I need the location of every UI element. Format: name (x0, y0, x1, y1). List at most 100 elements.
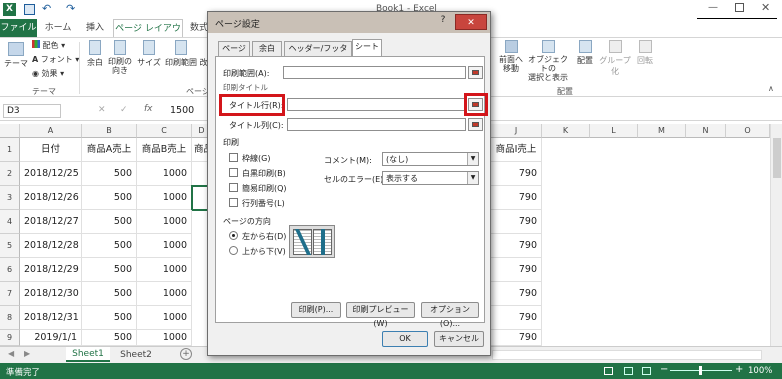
cancel-entry-icon[interactable]: ✕ (98, 105, 106, 115)
sheet-nav-next-icon[interactable]: ▶ (24, 349, 30, 358)
print-preview-button[interactable]: 印刷プレビュー(W) (346, 302, 415, 328)
row-col-headings-checkbox[interactable] (229, 198, 238, 207)
zoom-slider-thumb[interactable] (699, 366, 702, 375)
cell-product-b[interactable]: 1000 (137, 210, 192, 234)
undo-icon[interactable]: ↶ (42, 2, 51, 15)
options-button[interactable]: オプション(O)... (421, 302, 479, 328)
cancel-button[interactable]: キャンセル (434, 331, 484, 347)
column-header-j[interactable]: J (491, 124, 542, 138)
title-rows-input[interactable] (287, 98, 466, 111)
formula-input[interactable]: 1500 (170, 105, 194, 116)
cell-date[interactable]: 2018/12/25 (20, 162, 82, 186)
ok-button[interactable]: OK (382, 331, 428, 347)
tab-margins[interactable]: 余白 (252, 41, 282, 56)
cell-product-b[interactable]: 1000 (137, 234, 192, 258)
row-header-4[interactable]: 4 (0, 210, 20, 234)
draft-quality-checkbox[interactable] (229, 183, 238, 192)
gridlines-checkbox[interactable] (229, 153, 238, 162)
row-header-1[interactable]: 1 (0, 138, 20, 162)
cell-date[interactable]: 2018/12/30 (20, 282, 82, 306)
tab-page-layout[interactable]: ページ レイアウト (113, 19, 183, 52)
sheet-nav-prev-icon[interactable]: ◀ (8, 349, 14, 358)
tab-page[interactable]: ページ (218, 41, 250, 56)
column-header-o[interactable]: O (726, 124, 770, 138)
zoom-out-icon[interactable]: − (660, 364, 668, 375)
column-header-m[interactable]: M (638, 124, 686, 138)
cell-product-i[interactable]: 790 (491, 282, 542, 306)
header-cell-product-b[interactable]: 商品B売上 (137, 138, 192, 162)
tab-header-footer[interactable]: ヘッダー/フッター (284, 41, 352, 67)
column-header-b[interactable]: B (82, 124, 137, 138)
select-all-corner[interactable] (0, 124, 20, 138)
cell-product-i[interactable]: 790 (491, 210, 542, 234)
cell-product-b[interactable]: 1000 (137, 162, 192, 186)
row-header-9[interactable]: 9 (0, 330, 20, 346)
dialog-close-button[interactable]: ✕ (455, 14, 487, 30)
margins-button[interactable]: 余白 (84, 40, 106, 68)
fonts-button[interactable]: A フォント ▾ (32, 54, 79, 65)
row-header-2[interactable]: 2 (0, 162, 20, 186)
cell-product-a[interactable]: 500 (82, 306, 137, 330)
cell-product-a[interactable]: 500 (82, 210, 137, 234)
normal-view-icon[interactable] (604, 367, 613, 375)
sheet-tab-sheet1[interactable]: Sheet1 (66, 347, 110, 362)
horizontal-scrollbar[interactable] (492, 350, 762, 360)
cell-product-b[interactable]: 1000 (137, 330, 192, 346)
cell-product-b[interactable]: 1000 (137, 186, 192, 210)
black-white-checkbox[interactable] (229, 168, 238, 177)
header-cell-product-i[interactable]: 商品I売上 (491, 138, 542, 162)
cell-date[interactable]: 2018/12/28 (20, 234, 82, 258)
cell-product-b[interactable]: 1000 (137, 282, 192, 306)
row-header-7[interactable]: 7 (0, 282, 20, 306)
cell-product-i[interactable]: 790 (491, 306, 542, 330)
effects-button[interactable]: ◉ 効果 ▾ (32, 68, 64, 79)
column-header-n[interactable]: N (686, 124, 726, 138)
selection-pane-button[interactable]: オブジェクトの 選択と表示 (525, 40, 571, 82)
zoom-in-icon[interactable]: + (735, 364, 743, 375)
close-window-icon[interactable]: ✕ (761, 1, 770, 14)
insert-function-icon[interactable]: fx (144, 104, 153, 114)
cell-product-a[interactable]: 500 (82, 186, 137, 210)
orientation-button[interactable]: 印刷の 向き (108, 40, 132, 75)
print-area-button[interactable]: 印刷範囲 (164, 40, 198, 68)
cell-product-a[interactable]: 500 (82, 234, 137, 258)
help-button[interactable]: ? (432, 15, 454, 29)
cell-product-a[interactable]: 500 (82, 258, 137, 282)
header-cell-date[interactable]: 日付 (20, 138, 82, 162)
cell-product-i[interactable]: 790 (491, 330, 542, 346)
column-header-l[interactable]: L (590, 124, 638, 138)
group-button[interactable]: グループ化 (598, 40, 632, 77)
bring-forward-button[interactable]: 前面へ 移動 (498, 40, 524, 73)
page-break-view-icon[interactable] (642, 367, 651, 375)
themes-button[interactable]: テーマ (4, 42, 28, 69)
cell-product-i[interactable]: 790 (491, 186, 542, 210)
row-header-8[interactable]: 8 (0, 306, 20, 330)
cell-product-i[interactable]: 790 (491, 162, 542, 186)
maximize-icon[interactable] (735, 3, 744, 12)
zoom-level[interactable]: 100% (748, 366, 772, 376)
redo-icon[interactable]: ↷ (66, 2, 75, 15)
title-cols-picker-icon[interactable] (468, 118, 483, 131)
row-header-3[interactable]: 3 (0, 186, 20, 210)
tab-home[interactable]: ホーム (41, 19, 75, 37)
cell-product-i[interactable]: 790 (491, 234, 542, 258)
cell-date[interactable]: 2018/12/29 (20, 258, 82, 282)
print-area-picker-icon[interactable] (468, 66, 483, 79)
align-button[interactable]: 配置 (574, 40, 596, 66)
minimize-icon[interactable]: — (708, 2, 718, 13)
down-then-over-radio[interactable] (229, 231, 238, 240)
tab-file[interactable]: ファイル (0, 19, 37, 37)
vertical-scrollbar[interactable] (770, 124, 782, 346)
enter-icon[interactable]: ✓ (120, 105, 128, 115)
sheet-tab-sheet2[interactable]: Sheet2 (114, 348, 158, 362)
collapse-ribbon-icon[interactable]: ∧ (768, 84, 774, 93)
cell-product-a[interactable]: 500 (82, 282, 137, 306)
colors-button[interactable]: 配色 ▾ (32, 40, 65, 51)
scroll-thumb[interactable] (773, 138, 781, 178)
tab-insert[interactable]: 挿入 (82, 19, 108, 37)
cell-product-b[interactable]: 1000 (137, 258, 192, 282)
print-button[interactable]: 印刷(P)... (291, 302, 341, 318)
title-cols-input[interactable] (287, 118, 466, 131)
cell-product-b[interactable]: 1000 (137, 306, 192, 330)
cell-date[interactable]: 2018/12/27 (20, 210, 82, 234)
